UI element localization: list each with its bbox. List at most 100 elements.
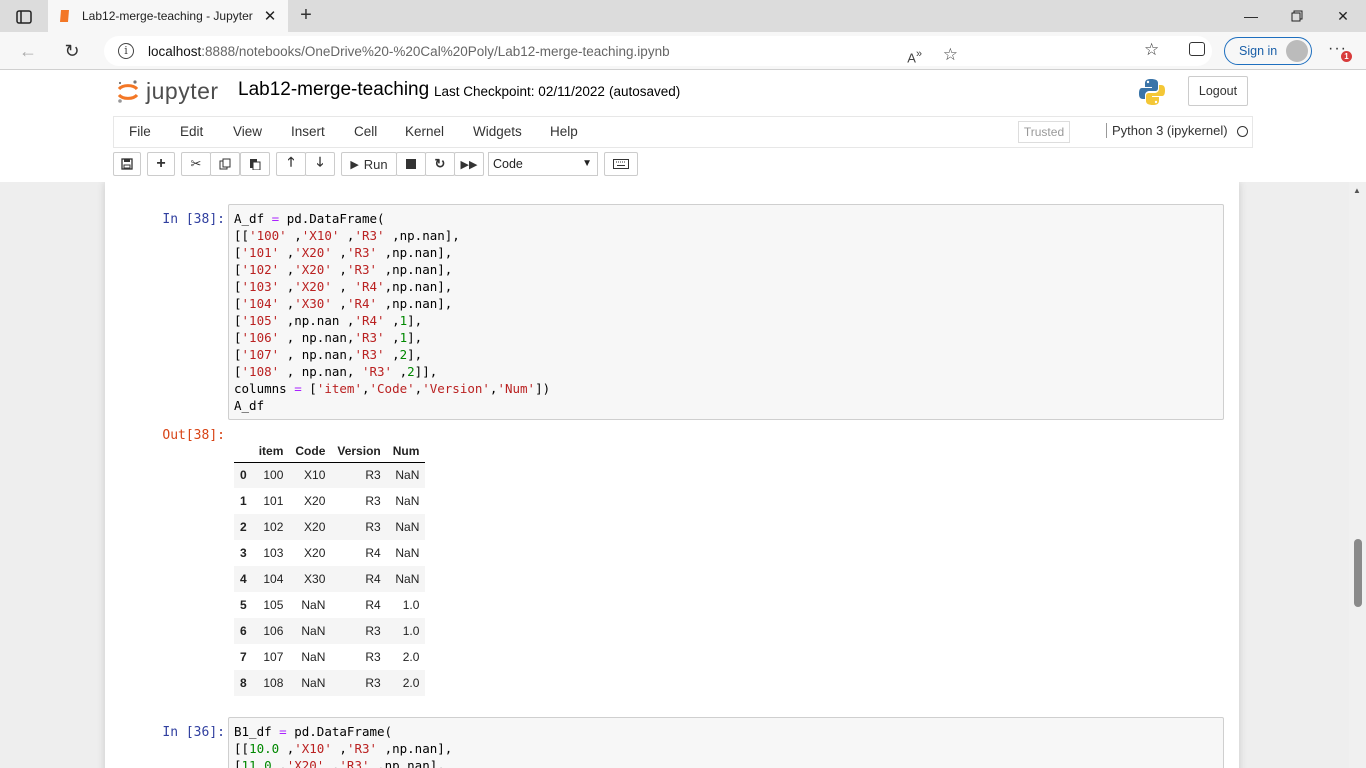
table-cell: 103 <box>263 546 284 560</box>
code-line: A_df = pd.DataFrame( <box>234 211 385 226</box>
read-aloud-icon[interactable]: A» <box>907 48 922 65</box>
jupyter-favicon-icon <box>60 10 69 22</box>
interrupt-button[interactable] <box>396 152 426 176</box>
address-bar-row: ← ↻ i localhost:8888/notebooks/OneDrive%… <box>0 32 1366 70</box>
copy-button[interactable] <box>210 152 240 176</box>
insert-cell-button[interactable]: + <box>147 152 175 176</box>
restart-button[interactable]: ↻ <box>425 152 455 176</box>
menu-widgets[interactable]: Widgets <box>473 124 522 139</box>
menu-file[interactable]: File <box>129 124 151 139</box>
new-tab-button[interactable]: + <box>294 4 318 28</box>
input-prompt: In [36]: <box>162 725 225 740</box>
menu-edit[interactable]: Edit <box>180 124 203 139</box>
code-cell-editor[interactable]: A_df = pd.DataFrame( [['100' ,'X10' ,'R3… <box>228 204 1224 420</box>
notebook-page: In [38]: A_df = pd.DataFrame( [['100' ,'… <box>105 182 1239 768</box>
code-line: ['107' , np.nan,'R3' ,2], <box>234 347 423 362</box>
page-scrollbar[interactable]: ▲ <box>1349 182 1366 768</box>
code-line: ['106' , np.nan,'R3' ,1], <box>234 330 423 345</box>
browser-tab-strip: Lab12-merge-teaching - Jupyter ✕ + — ✕ <box>0 0 1366 32</box>
table-row: 3 103 X20 R4 NaN <box>234 540 425 566</box>
table-cell: 2.0 <box>386 670 426 696</box>
code-line: [['100' ,'X10' ,'R3' ,np.nan], <box>234 228 460 243</box>
menu-kernel[interactable]: Kernel <box>405 124 444 139</box>
menu-cell[interactable]: Cell <box>354 124 377 139</box>
scroll-up-icon[interactable]: ▲ <box>1353 186 1361 195</box>
checkpoint-status: Last Checkpoint: 02/11/2022 <box>434 84 605 99</box>
kernel-status-icon <box>1237 126 1248 137</box>
table-cell: 108 <box>252 670 290 696</box>
menu-view[interactable]: View <box>233 124 262 139</box>
play-icon: ▶ <box>350 158 359 171</box>
move-down-button[interactable]: 🡓 <box>305 152 335 176</box>
favorites-icon[interactable]: ☆ <box>1144 40 1159 60</box>
table-cell: 105 <box>263 598 284 612</box>
column-header: Num <box>386 440 426 463</box>
table-cell: R3 <box>365 494 381 508</box>
window-close-button[interactable]: ✕ <box>1320 0 1366 32</box>
command-palette-button[interactable] <box>604 152 638 176</box>
logout-button[interactable]: Logout <box>1188 76 1248 106</box>
tab-actions-button[interactable] <box>10 6 38 28</box>
paste-button[interactable] <box>240 152 270 176</box>
table-cell: X20 <box>304 546 326 560</box>
row-index-cell: 7 <box>240 650 247 664</box>
row-index-cell: 4 <box>234 566 253 592</box>
restore-button[interactable] <box>1274 0 1320 32</box>
kernel-name[interactable]: Python 3 (ipykernel) <box>1106 123 1228 138</box>
browser-tab-active[interactable]: Lab12-merge-teaching - Jupyter ✕ <box>48 0 288 32</box>
table-cell: NaN <box>289 618 332 644</box>
notebook-name[interactable]: Lab12-merge-teaching <box>238 79 429 101</box>
scrollbar-thumb[interactable] <box>1354 539 1362 607</box>
plus-icon: + <box>156 155 166 172</box>
code-line: ['101' ,'X20' ,'R3' ,np.nan], <box>234 245 453 260</box>
row-index-cell: 0 <box>234 462 253 488</box>
table-cell: R3 <box>365 650 381 664</box>
column-header: item <box>252 440 290 463</box>
tab-close-icon[interactable]: ✕ <box>262 7 278 25</box>
table-cell: NaN <box>386 514 426 540</box>
cell-type-value: Code <box>493 157 523 171</box>
save-icon <box>121 158 133 170</box>
table-cell: R4 <box>331 566 387 592</box>
collections-icon[interactable] <box>1189 42 1205 56</box>
code-line: ['104' ,'X30' ,'R4' ,np.nan], <box>234 296 453 311</box>
menu-help[interactable]: Help <box>550 124 578 139</box>
url-field[interactable]: i localhost:8888/notebooks/OneDrive%20-%… <box>104 36 1212 66</box>
table-cell: 102 <box>252 514 290 540</box>
table-cell: R4 <box>365 546 381 560</box>
table-header-row: item Code Version Num <box>234 440 426 463</box>
tab-actions-icon <box>16 10 32 24</box>
add-favorite-icon[interactable]: ☆ <box>943 45 958 65</box>
run-button[interactable]: ▶ Run <box>341 152 397 176</box>
row-index-cell: 5 <box>240 598 247 612</box>
column-header <box>234 440 253 463</box>
menu-insert[interactable]: Insert <box>291 124 325 139</box>
cell-type-select[interactable]: Code ▼ <box>488 152 598 176</box>
row-index-cell: 2 <box>234 514 253 540</box>
restart-icon: ↻ <box>434 156 446 171</box>
notebook-toolbar: + ✂ 🡑 🡓 ▶ Run ↻ ▶▶ Code ▼ <box>113 150 1253 180</box>
input-prompt: In [38]: <box>162 212 225 227</box>
table-cell: NaN <box>301 650 326 664</box>
table-cell: X20 <box>304 494 326 508</box>
back-button[interactable]: ← <box>16 40 40 62</box>
sign-in-button[interactable]: Sign in <box>1224 37 1312 65</box>
code-line: B1_df = pd.DataFrame( <box>234 724 393 739</box>
minimize-button[interactable]: — <box>1228 0 1274 32</box>
move-up-button[interactable]: 🡑 <box>276 152 306 176</box>
table-cell: R3 <box>331 670 387 696</box>
row-index-cell: 6 <box>234 618 253 644</box>
code-cell-editor[interactable]: B1_df = pd.DataFrame( [[10.0 ,'X10' ,'R3… <box>228 717 1224 768</box>
table-row: 5 105 NaN R4 1.0 <box>234 592 425 618</box>
table-cell: R4 <box>365 598 381 612</box>
table-cell: 1.0 <box>386 618 426 644</box>
stop-icon <box>406 159 416 169</box>
avatar <box>1286 40 1308 62</box>
reload-button[interactable]: ↻ <box>60 40 84 62</box>
restart-run-all-button[interactable]: ▶▶ <box>454 152 484 176</box>
jupyter-logo[interactable]: jupyter <box>116 78 219 105</box>
trusted-badge[interactable]: Trusted <box>1018 121 1070 143</box>
site-info-icon[interactable]: i <box>118 43 134 59</box>
cut-button[interactable]: ✂ <box>181 152 211 176</box>
save-button[interactable] <box>113 152 141 176</box>
